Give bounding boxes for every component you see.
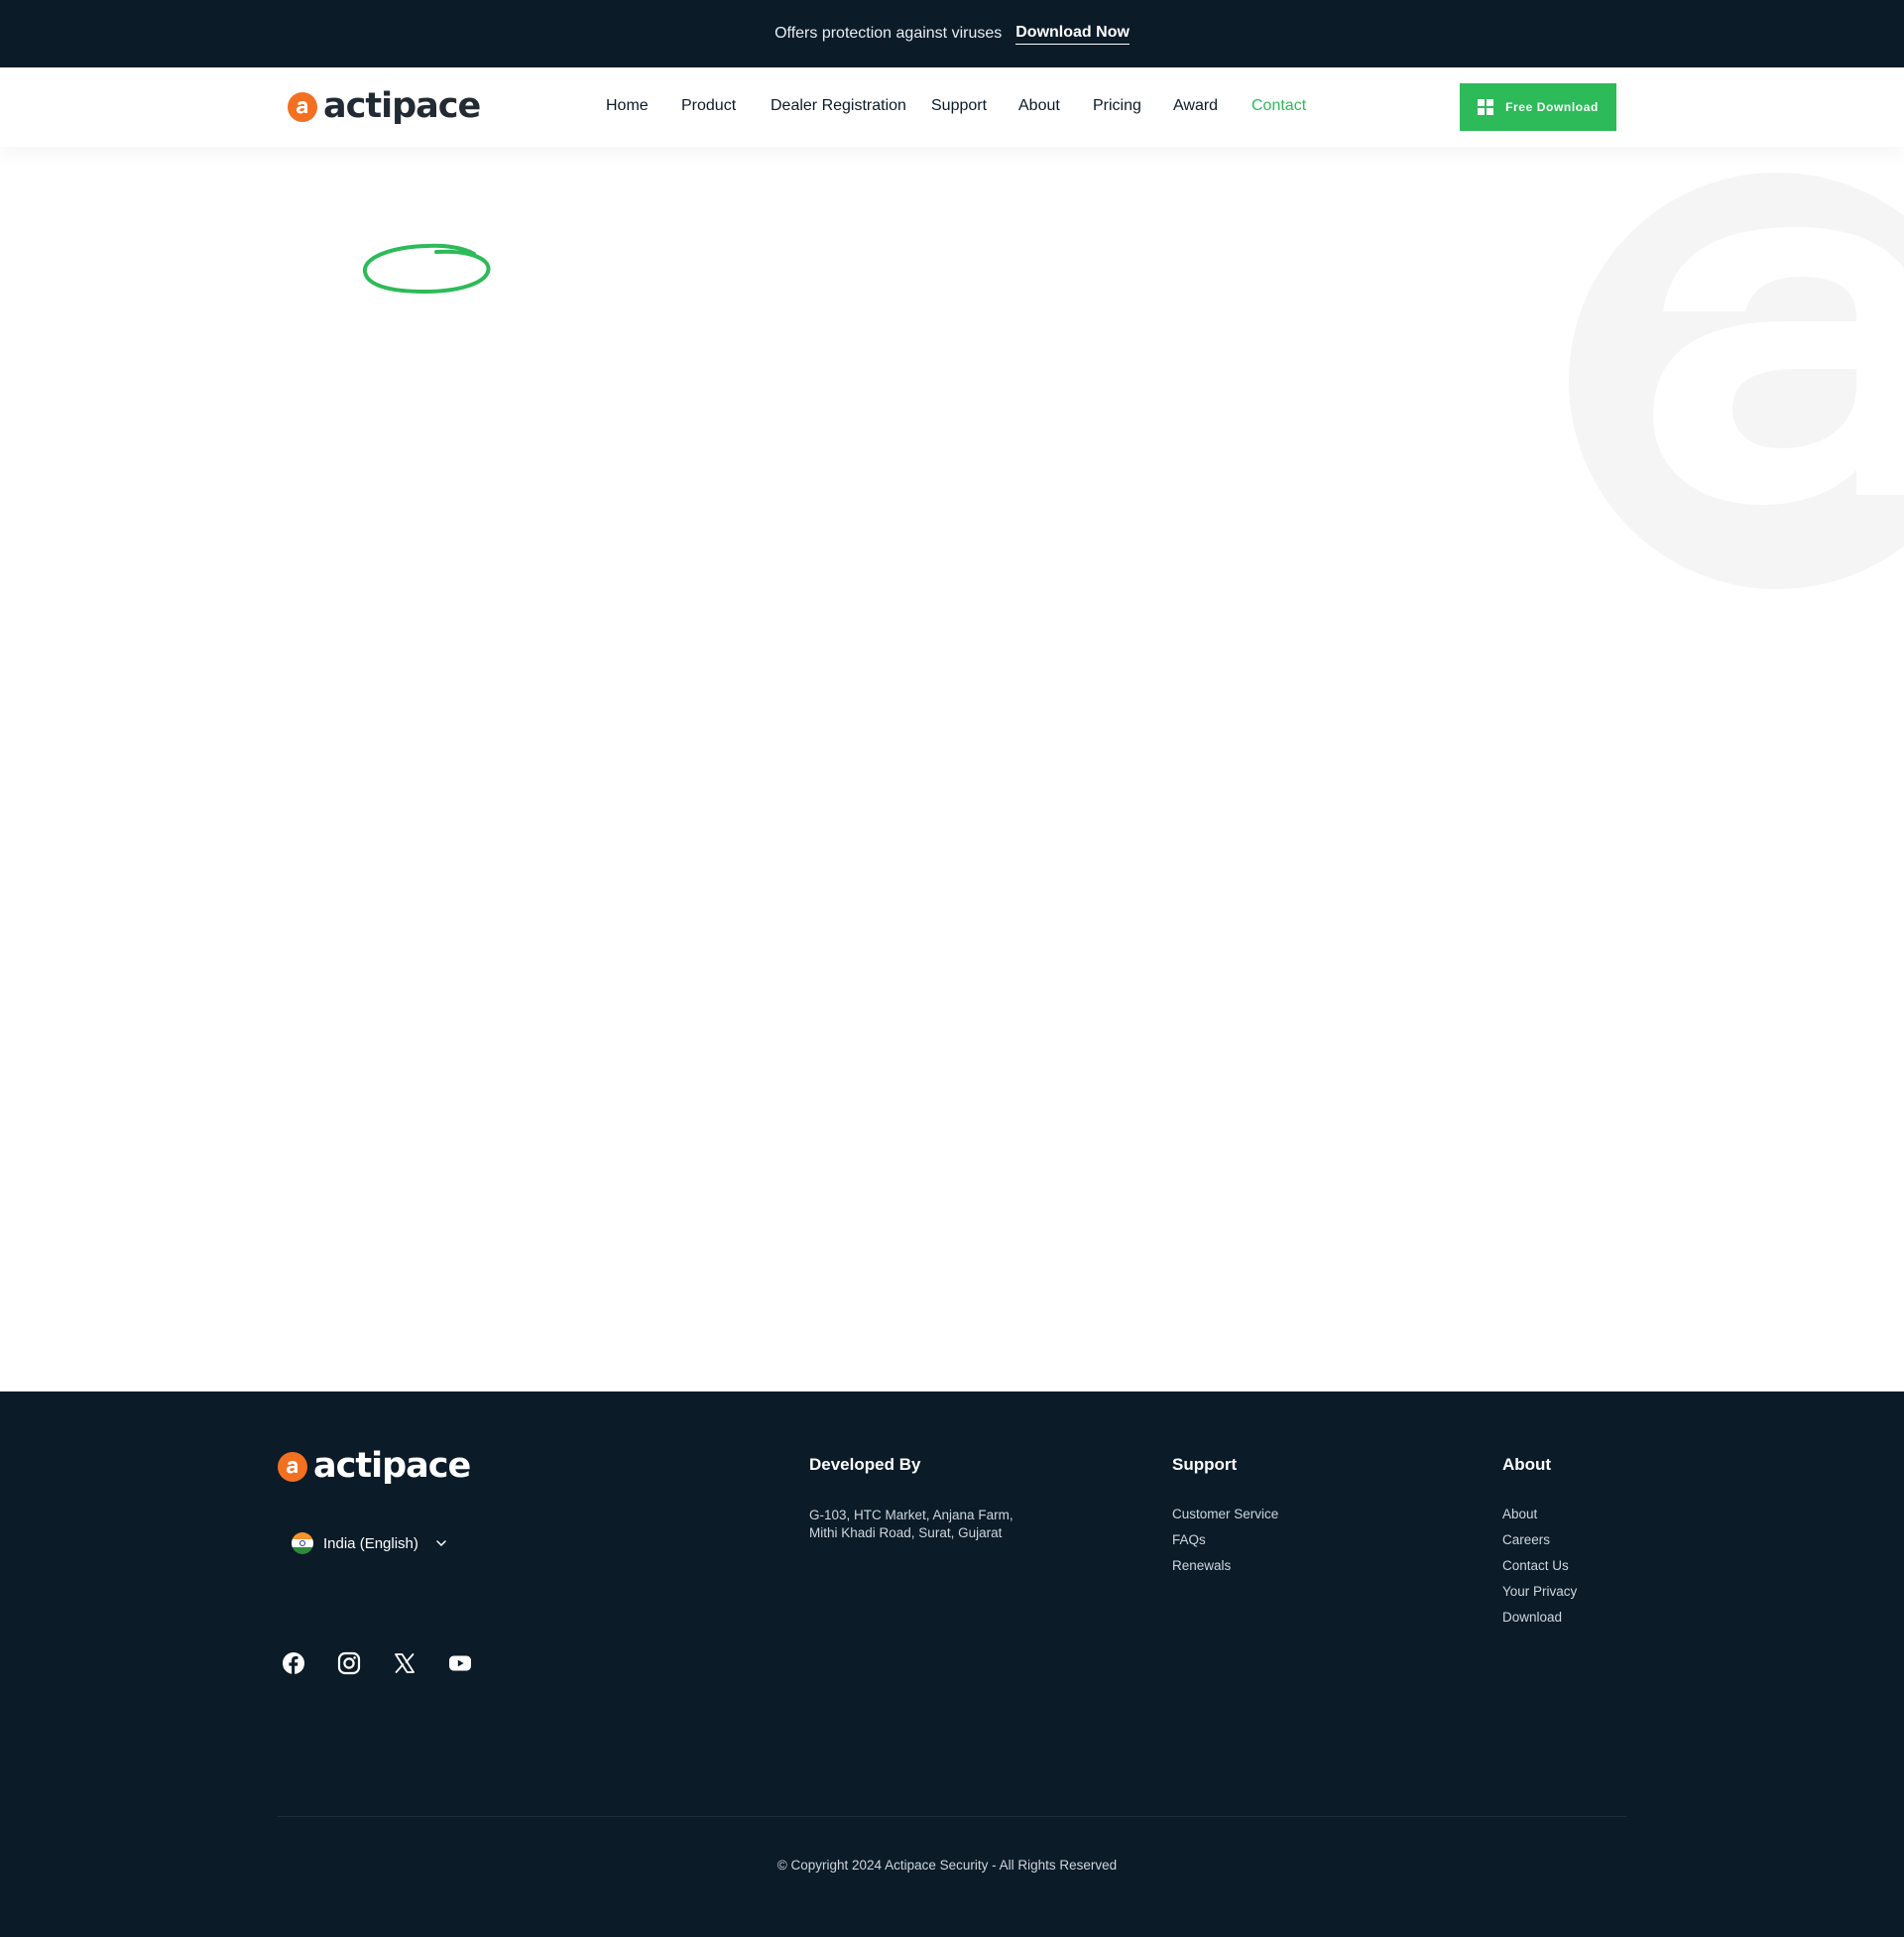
free-download-label: Free Download [1505, 100, 1599, 114]
india-flag-icon [292, 1532, 313, 1554]
footer-developed-by: Developed By G-103, HTC Market, Anjana F… [809, 1455, 1017, 1542]
nav-item-product[interactable]: Product [681, 97, 736, 115]
company-address: G-103, HTC Market, Anjana Farm, Mithi Kh… [809, 1508, 1013, 1540]
actipace-a-logo-icon [278, 1451, 307, 1482]
instagram-icon[interactable] [337, 1651, 361, 1675]
nav-item-dealer-registration[interactable]: Dealer Registration [771, 97, 906, 115]
chevron-down-icon [436, 1540, 446, 1546]
nav-item-pricing[interactable]: Pricing [1093, 97, 1141, 115]
copyright-text: © Copyright 2024 Actipace Security - All… [776, 1858, 1118, 1873]
download-now-link[interactable]: Download Now [1015, 24, 1130, 45]
nav-item-about[interactable]: About [1018, 97, 1060, 115]
language-label: India (English) [323, 1534, 418, 1552]
nav-item-home[interactable]: Home [606, 97, 649, 115]
nav-item-support[interactable]: Support [931, 97, 987, 115]
promo-text: Offers protection against viruses [774, 25, 1003, 42]
footer-divider [278, 1816, 1626, 1817]
footer-link-renewals[interactable]: Renewals [1172, 1558, 1278, 1573]
footer-link-customer-service[interactable]: Customer Service [1172, 1507, 1278, 1521]
x-icon[interactable] [393, 1651, 416, 1675]
footer-logo[interactable]: actipace [278, 1446, 471, 1486]
announcement-bar: Offers protection against viruses Downlo… [0, 0, 1904, 67]
footer-link-your-privacy[interactable]: Your Privacy [1502, 1584, 1577, 1599]
footer-link-download[interactable]: Download [1502, 1610, 1577, 1625]
footer-brand-wordmark: actipace [313, 1446, 471, 1486]
main-content [0, 147, 1904, 1392]
nav-item-award[interactable]: Award [1173, 97, 1218, 115]
main-nav: Home Product Dealer Registration Support… [0, 67, 1904, 147]
nav-item-contact[interactable]: Contact [1251, 97, 1306, 115]
loading-scribble-icon [363, 243, 491, 295]
footer-link-contact-us[interactable]: Contact Us [1502, 1558, 1577, 1573]
site-footer: actipace India (English) Developed By G-… [0, 1392, 1904, 1937]
youtube-icon[interactable] [448, 1651, 472, 1675]
footer-link-faqs[interactable]: FAQs [1172, 1532, 1278, 1547]
about-heading: About [1502, 1455, 1552, 1474]
developed-by-heading: Developed By [809, 1455, 921, 1474]
windows-icon [1478, 99, 1494, 115]
support-heading: Support [1172, 1455, 1238, 1474]
footer-link-about[interactable]: About [1502, 1507, 1577, 1521]
free-download-button[interactable]: Free Download [1460, 83, 1616, 131]
facebook-icon[interactable] [282, 1651, 305, 1675]
footer-about: About About Careers Contact Us Your Priv… [1502, 1455, 1577, 1635]
brand-watermark-icon [1569, 173, 1904, 589]
social-links [282, 1651, 472, 1675]
footer-support: Support Customer Service FAQs Renewals [1172, 1455, 1278, 1584]
site-header: actipace Home Product Dealer Registratio… [0, 67, 1904, 147]
footer-link-careers[interactable]: Careers [1502, 1532, 1577, 1547]
language-selector[interactable]: India (English) [292, 1532, 446, 1554]
